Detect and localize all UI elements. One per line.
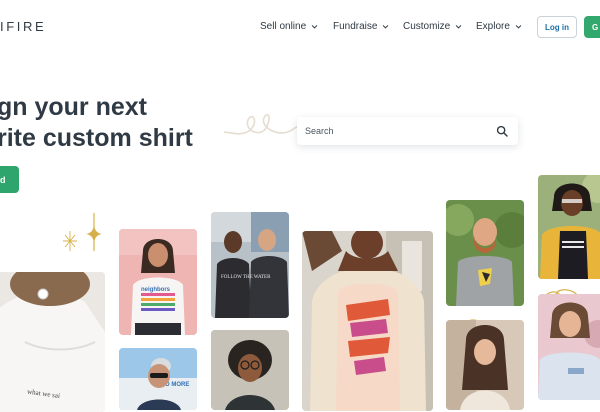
hero-headline-line2: rite custom shirt [0,124,193,152]
water-tee-text: FOLLOW THE WATER [221,275,271,280]
nav-customize[interactable]: Customize [403,21,462,32]
nav-fundraise[interactable]: Fundraise [333,21,389,32]
neighbors-tee-text: neighbors [141,287,171,293]
sparkle-icon [63,231,77,251]
wavy-hair-photo-art [446,320,524,410]
glasses-woman-photo-art [211,330,289,410]
two-men-photo-art: FOLLOW THE WATER [211,212,289,318]
chevron-down-icon [515,25,522,29]
gallery-photo-hoodie[interactable]: what we sai [0,272,105,412]
yellow-cardigan-photo-art [538,175,600,279]
chevron-down-icon [311,25,318,29]
gallery-photo-two-men[interactable]: FOLLOW THE WATER [211,212,289,318]
nav-customize-label: Customize [403,21,451,32]
login-button[interactable]: Log in [537,16,577,38]
gallery-photo-pink-wall[interactable] [538,294,600,400]
gallery-photo-graphic-tee[interactable] [302,231,433,411]
hero-design-button[interactable]: d [0,166,19,193]
bearded-man-photo-art [446,200,524,306]
gallery-photo-bearded-man[interactable] [446,200,524,306]
chevron-down-icon [383,25,389,29]
search-box[interactable] [297,117,518,145]
hero-headline-line1: gn your next [0,93,148,121]
gallery-photo-glasses-woman[interactable] [211,330,289,410]
graphic-tee-photo-art [302,231,433,411]
brand-logo[interactable]: IFIRE [0,19,46,34]
gallery-photo-sunglasses-man[interactable]: EO MORE [119,348,197,410]
gallery-photo-neighbors-tee[interactable]: neighbors [119,229,197,335]
sunglasses-man-photo-art: EO MORE [119,348,197,410]
hoodie-photo-art: what we sai [0,272,105,412]
nav-sell-online[interactable]: Sell online [260,21,318,32]
search-icon[interactable] [496,125,508,137]
hero-headline: gn your next rite custom shirt [0,92,193,154]
gallery-photo-wavy-hair[interactable] [446,320,524,410]
nav-explore[interactable]: Explore [476,21,522,32]
chevron-down-icon [455,25,462,29]
get-started-button[interactable]: G [584,16,600,38]
nav-sell-online-label: Sell online [260,21,307,32]
sparkle-icon [86,213,102,251]
gallery-photo-yellow-cardigan[interactable] [538,175,600,279]
neighbors-photo-art: neighbors [119,229,197,335]
nav-explore-label: Explore [476,21,510,32]
search-input[interactable] [297,117,487,145]
nav-fundraise-label: Fundraise [333,21,378,32]
pink-wall-photo-art [538,294,600,400]
